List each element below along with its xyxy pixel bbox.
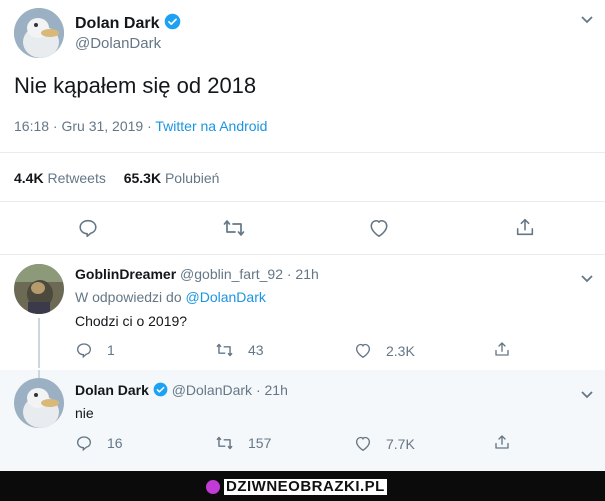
duck-avatar-icon (14, 378, 64, 428)
likes-label: Polubień (164, 170, 220, 186)
reply-icon[interactable] (77, 217, 99, 244)
like-action[interactable]: 7.7K (354, 435, 415, 452)
avatar[interactable] (14, 378, 64, 428)
like-icon (355, 436, 371, 452)
retweet-action[interactable]: 157 (215, 434, 271, 452)
chevron-down-icon[interactable] (580, 12, 594, 30)
reply-to-link[interactable]: @DolanDark (186, 289, 266, 305)
reply-action[interactable]: 1 (75, 341, 115, 359)
reply-text: Chodzi ci o 2019? (75, 313, 188, 329)
divider (0, 152, 605, 153)
tweet-stats: 4.4K Retweets 65.3K Polubień (14, 170, 219, 186)
avatar[interactable] (14, 8, 64, 58)
reply-header: GoblinDreamer @goblin_fart_92 · 21h (75, 266, 319, 282)
like-icon[interactable] (368, 218, 390, 243)
chevron-down-icon[interactable] (580, 387, 594, 405)
reply-count: 1 (107, 342, 115, 358)
like-count: 7.7K (386, 435, 415, 452)
retweet-count: 43 (248, 342, 264, 358)
tweet-meta: 16:18 · Gru 31, 2019 · Twitter na Androi… (14, 118, 267, 134)
divider (0, 201, 605, 202)
reply-author-handle[interactable]: @goblin_fart_92 (180, 266, 283, 282)
likes-count: 65.3K (123, 170, 162, 186)
watermark: DZIWNEOBRAZKI.PL (206, 478, 387, 495)
share-icon[interactable] (493, 433, 511, 456)
watermark-logo-icon (206, 479, 220, 494)
tweet-timestamp[interactable]: 16:18 · Gru 31, 2019 · (14, 118, 155, 134)
thread-line (38, 318, 40, 368)
reply-context-label: W odpowiedzi do (75, 289, 186, 305)
retweet-count: 157 (248, 435, 272, 451)
avatar[interactable] (14, 264, 64, 314)
reply-age[interactable]: · 21h (256, 382, 288, 398)
reply-icon (76, 436, 92, 452)
reply-author-handle[interactable]: @DolanDark (172, 382, 252, 398)
reply-header: Dolan Dark @DolanDark · 21h (75, 382, 288, 400)
like-count: 2.3K (386, 342, 415, 359)
reply-context: W odpowiedzi do @DolanDark (75, 289, 266, 305)
reply-age[interactable]: · 21h (287, 266, 319, 282)
reply-author-name[interactable]: Dolan Dark (75, 382, 149, 398)
divider (0, 254, 605, 255)
author-handle[interactable]: @DolanDark (75, 35, 161, 52)
chevron-down-icon[interactable] (580, 271, 594, 289)
retweet-action[interactable]: 43 (215, 341, 264, 359)
reply-count: 16 (107, 435, 123, 451)
reply-text: nie (75, 405, 94, 421)
author-name[interactable]: Dolan Dark (75, 15, 159, 32)
likes-stat[interactable]: 65.3K Polubień (124, 170, 220, 186)
retweets-stat[interactable]: 4.4K Retweets (14, 170, 110, 186)
like-icon (355, 343, 371, 359)
retweet-icon (216, 343, 233, 357)
retweet-icon[interactable] (222, 217, 246, 244)
watermark-text: DZIWNEOBRAZKI.PL (224, 477, 387, 495)
verified-badge-icon (164, 13, 181, 35)
tweet-text: Nie kąpałem się od 2018 (14, 73, 257, 98)
duck-avatar-icon (14, 8, 64, 58)
author-row: Dolan Dark (75, 13, 181, 35)
reply-action[interactable]: 16 (75, 434, 123, 452)
share-icon[interactable] (493, 340, 511, 363)
retweet-icon (216, 436, 233, 450)
share-icon[interactable] (514, 216, 536, 243)
goblin-avatar-icon (14, 264, 64, 314)
like-action[interactable]: 2.3K (354, 342, 415, 359)
thread-line (38, 370, 40, 378)
retweets-count: 4.4K (14, 170, 44, 186)
reply-author-name[interactable]: GoblinDreamer (75, 266, 176, 282)
retweets-label: Retweets (47, 170, 106, 186)
reply-icon (76, 343, 92, 359)
tweet-source-link[interactable]: Twitter na Android (155, 118, 267, 134)
verified-badge-icon (153, 382, 168, 400)
